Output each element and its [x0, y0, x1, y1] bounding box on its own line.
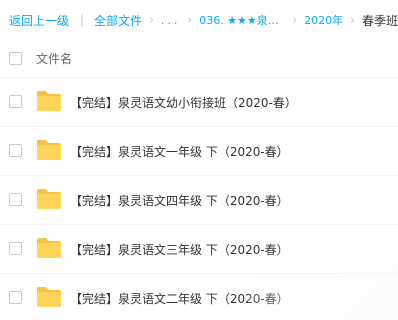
- file-name[interactable]: 【完结】泉灵语文三年级 下（2020-春）: [70, 241, 289, 258]
- row-checkbox[interactable]: [9, 291, 22, 304]
- folder-icon: [37, 91, 61, 111]
- breadcrumb-arrow-icon: ›: [187, 13, 193, 27]
- breadcrumb-arrow-icon: ›: [292, 13, 298, 27]
- row-checkbox[interactable]: [9, 144, 22, 157]
- row-checkbox[interactable]: [9, 95, 22, 108]
- breadcrumb-arrow-icon: ›: [149, 13, 154, 27]
- file-name[interactable]: 【完结】泉灵语文二年级 下（2020-春）: [70, 290, 289, 307]
- breadcrumb-ellipsis-link[interactable]: ...: [161, 14, 181, 27]
- folder-icon: [37, 189, 61, 209]
- list-item[interactable]: 【完结】泉灵语文一年级 下（2020-春）: [0, 127, 398, 176]
- file-browser: 返回上一级 | 全部文件 › ... › 036. ★★★泉灵语文 › 2020…: [0, 0, 398, 320]
- breadcrumb-divider: |: [80, 13, 85, 27]
- list-header: 文件名: [0, 40, 398, 78]
- folder-icon: [37, 140, 61, 160]
- folder-icon: [37, 287, 61, 307]
- list-item[interactable]: 【完结】泉灵语文三年级 下（2020-春）: [0, 225, 398, 274]
- breadcrumb: 返回上一级 | 全部文件 › ... › 036. ★★★泉灵语文 › 2020…: [0, 0, 398, 40]
- column-header-filename[interactable]: 文件名: [36, 50, 72, 67]
- file-name[interactable]: 【完结】泉灵语文一年级 下（2020-春）: [70, 143, 289, 160]
- row-checkbox[interactable]: [9, 193, 22, 206]
- select-all-checkbox[interactable]: [9, 52, 22, 65]
- list-item[interactable]: 【完结】泉灵语文四年级 下（2020-春）: [0, 176, 398, 225]
- back-link[interactable]: 返回上一级: [9, 12, 69, 29]
- breadcrumb-current: 春季班: [361, 13, 398, 28]
- file-name[interactable]: 【完结】泉灵语文四年级 下（2020-春）: [70, 192, 289, 209]
- list-item[interactable]: 【完结】泉灵语文幼小衔接班（2020-春）: [0, 78, 398, 127]
- breadcrumb-arrow-icon: ›: [350, 13, 355, 27]
- row-checkbox[interactable]: [9, 242, 22, 255]
- breadcrumb-folder-036-link[interactable]: 036. ★★★泉灵语文: [199, 12, 285, 28]
- breadcrumb-year-link[interactable]: 2020年: [304, 12, 343, 28]
- file-name[interactable]: 【完结】泉灵语文幼小衔接班（2020-春）: [70, 94, 297, 111]
- all-files-link[interactable]: 全部文件: [94, 12, 142, 29]
- folder-icon: [37, 238, 61, 258]
- list-item[interactable]: 【完结】泉灵语文二年级 下（2020-春）: [0, 274, 398, 320]
